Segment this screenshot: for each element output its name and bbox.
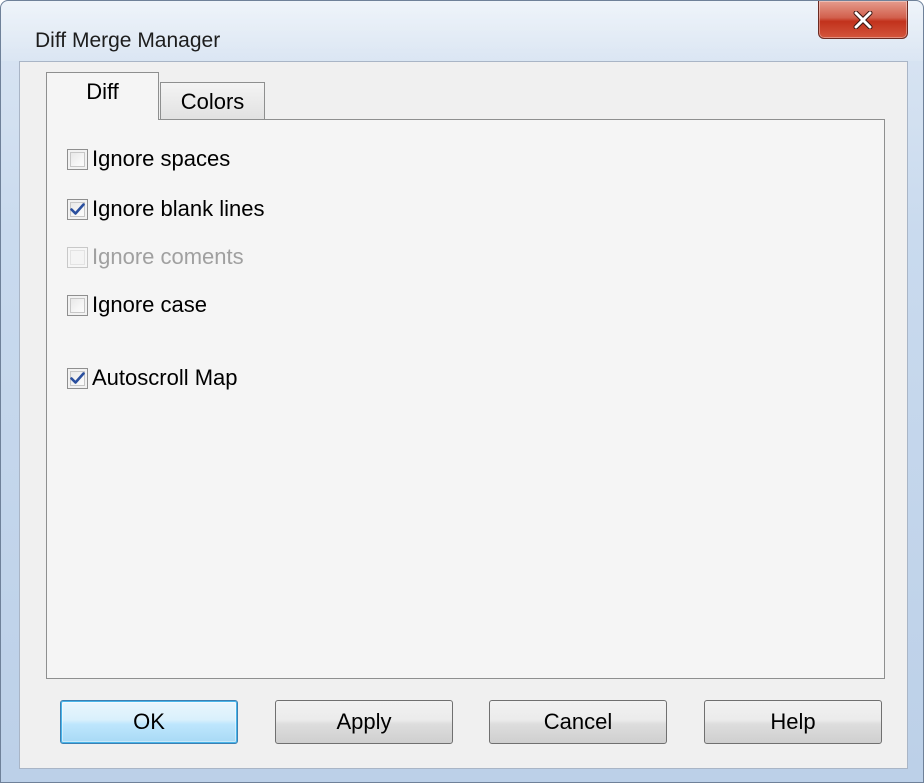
- close-x-icon: [853, 10, 873, 29]
- ok-button[interactable]: OK: [60, 700, 238, 744]
- tab-panel-diff: Ignore spaces Ignore blank lines Ignore …: [46, 119, 885, 679]
- tab-diff[interactable]: Diff: [46, 72, 159, 120]
- tab-colors[interactable]: Colors: [160, 82, 265, 120]
- dialog-window: Diff Merge Manager Diff Colors Ignore sp…: [0, 0, 924, 783]
- cancel-button[interactable]: Cancel: [489, 700, 667, 744]
- autoscroll-map-checkbox[interactable]: [67, 367, 88, 389]
- ignore-case-label: Ignore case: [92, 292, 207, 317]
- option-ignore-case[interactable]: Ignore case: [67, 290, 207, 320]
- ignore-blank-lines-checkbox[interactable]: [67, 198, 88, 220]
- window-title: Diff Merge Manager: [35, 29, 221, 52]
- ignore-coments-checkbox: [67, 246, 88, 268]
- ignore-blank-lines-label: Ignore blank lines: [92, 196, 265, 221]
- close-button[interactable]: [818, 1, 908, 39]
- ignore-coments-label: Ignore coments: [92, 244, 244, 269]
- tab-diff-label: Diff: [86, 78, 119, 104]
- option-ignore-blank-lines[interactable]: Ignore blank lines: [67, 194, 264, 224]
- option-ignore-coments: Ignore coments: [67, 242, 244, 272]
- ignore-spaces-checkbox[interactable]: [67, 148, 88, 170]
- option-ignore-spaces[interactable]: Ignore spaces: [67, 144, 230, 174]
- help-button[interactable]: Help: [704, 700, 882, 744]
- tab-colors-label: Colors: [180, 88, 245, 114]
- ignore-case-checkbox[interactable]: [67, 294, 88, 316]
- check-mark-icon: [70, 202, 85, 215]
- option-autoscroll-map[interactable]: Autoscroll Map: [67, 363, 238, 393]
- check-mark-icon: [70, 371, 85, 384]
- apply-button[interactable]: Apply: [275, 700, 453, 744]
- autoscroll-map-label: Autoscroll Map: [92, 365, 238, 390]
- dialog-client-area: Diff Colors Ignore spaces Ignore blank l…: [19, 61, 908, 769]
- ignore-spaces-label: Ignore spaces: [92, 146, 231, 171]
